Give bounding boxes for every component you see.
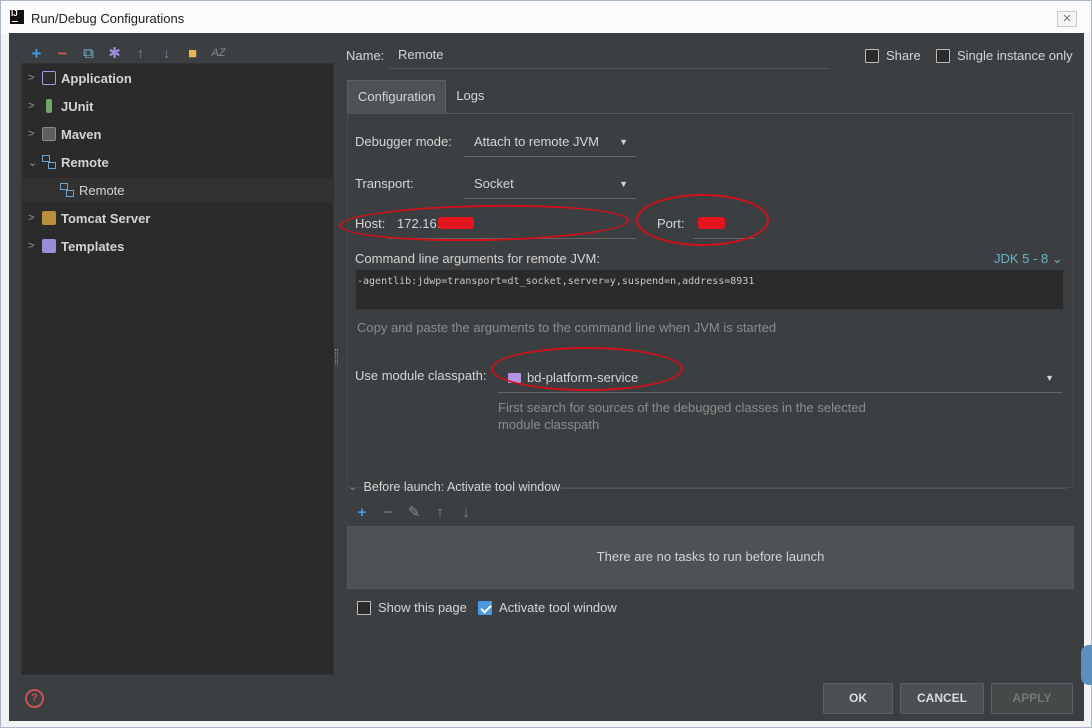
arrow-up-icon[interactable]: ↑ (131, 44, 150, 62)
window-title: Run/Debug Configurations (31, 11, 185, 26)
gear-icon[interactable]: ✱ (105, 44, 124, 62)
before-launch-header[interactable]: ⌄ Before launch: Activate tool window (349, 480, 560, 494)
module-classpath-label: Use module classpath: (355, 368, 487, 383)
folder-icon[interactable]: ■ (183, 44, 202, 62)
remove-icon[interactable]: − (53, 44, 72, 62)
arrow-down-icon[interactable]: ↓ (157, 44, 176, 62)
before-launch-task-list[interactable]: There are no tasks to run before launch (347, 526, 1074, 589)
dialog-body: + − ⧉ ✱ ↑ ↓ ■ AZ > Application > JUnit > (9, 33, 1084, 721)
arrow-down-icon[interactable]: ↓ (457, 503, 475, 521)
help-icon[interactable]: ? (25, 689, 44, 708)
divider (561, 488, 1066, 489)
dropdown-arrow-icon: ▼ (619, 179, 628, 189)
tab-logs[interactable]: Logs (446, 80, 494, 113)
chevron-right-icon: > (28, 128, 35, 140)
tree-item-tomcat-server[interactable]: > Tomcat Server (22, 206, 333, 230)
tree-item-templates[interactable]: > Templates (22, 234, 333, 258)
dropdown-arrow-icon: ▼ (1045, 373, 1054, 383)
tree-item-junit[interactable]: > JUnit (22, 94, 333, 118)
remote-icon (42, 155, 56, 169)
application-icon (42, 71, 56, 85)
add-icon[interactable]: + (27, 44, 46, 62)
module-hint-line-1: First search for sources of the debugged… (498, 400, 866, 415)
intellij-logo-icon: IJ (10, 10, 24, 24)
gear-icon (42, 239, 56, 253)
transport-value: Socket (474, 176, 514, 191)
add-icon[interactable]: + (353, 503, 371, 521)
run-debug-window: IJ Run/Debug Configurations ✕ + − ⧉ ✱ ↑ … (0, 0, 1092, 728)
tomcat-icon (42, 211, 56, 225)
share-label: Share (886, 48, 921, 63)
single-instance-checkbox[interactable]: Single instance only (936, 48, 1073, 63)
module-hint-line-2: module classpath (498, 417, 600, 432)
chevron-right-icon: > (28, 100, 35, 112)
chevron-right-icon: > (28, 212, 35, 224)
cancel-button[interactable]: CANCEL (900, 683, 984, 714)
checkbox-box[interactable] (357, 600, 371, 615)
remove-icon[interactable]: − (379, 503, 397, 521)
transport-label: Transport: (355, 176, 414, 191)
cmd-args-value: -agentlib:jdwp=transport=dt_socket,serve… (357, 276, 755, 287)
junit-icon (46, 99, 52, 113)
debugger-mode-select[interactable]: Attach to remote JVM ▼ (464, 127, 636, 157)
annotation-port-ellipse (636, 194, 769, 246)
before-launch-title: Before launch: Activate tool window (363, 480, 561, 494)
tab-configuration[interactable]: Configuration (347, 80, 447, 113)
side-scroll-widget[interactable] (1081, 645, 1092, 685)
checkbox-box[interactable] (865, 48, 879, 63)
checkbox-box[interactable] (936, 48, 950, 63)
tree-item-label: JUnit (61, 98, 94, 114)
copy-icon[interactable]: ⧉ (79, 44, 98, 62)
annotation-module-ellipse (491, 347, 683, 391)
config-toolbar: + − ⧉ ✱ ↑ ↓ ■ AZ (27, 43, 228, 63)
show-page-checkbox[interactable]: Show this page (357, 600, 467, 615)
cmd-args-hint: Copy and paste the arguments to the comm… (357, 320, 777, 335)
splitter-handle[interactable] (335, 349, 338, 365)
tree-item-label: Application (61, 70, 132, 86)
share-checkbox[interactable]: Share (865, 48, 921, 63)
single-instance-label: Single instance only (957, 48, 1073, 63)
cmd-args-label: Command line arguments for remote JVM: (355, 251, 600, 266)
debugger-mode-value: Attach to remote JVM (474, 134, 599, 149)
sort-az-icon[interactable]: AZ (209, 44, 228, 62)
chevron-down-icon: ⌄ (349, 481, 357, 492)
activate-tool-window-label: Activate tool window (499, 600, 617, 615)
maven-icon (42, 127, 56, 141)
chevron-right-icon: > (28, 240, 35, 252)
apply-button[interactable]: APPLY (991, 683, 1073, 714)
before-launch-toolbar: + − ✎ ↑ ↓ (353, 503, 475, 521)
activate-tool-window-checkbox[interactable]: Activate tool window (478, 600, 617, 615)
tree-item-maven[interactable]: > Maven (22, 122, 333, 146)
transport-select[interactable]: Socket ▼ (464, 169, 636, 199)
edit-icon[interactable]: ✎ (405, 503, 423, 521)
ok-button[interactable]: OK (823, 683, 893, 714)
show-page-label: Show this page (378, 600, 467, 615)
tree-item-label: Maven (61, 126, 102, 142)
config-tabs: Configuration Logs (347, 80, 495, 113)
jdk-version-select[interactable]: JDK 5 - 8 ⌄ (994, 251, 1063, 267)
empty-tasks-text: There are no tasks to run before launch (596, 549, 825, 564)
cmd-args-field[interactable]: -agentlib:jdwp=transport=dt_socket,serve… (355, 269, 1064, 310)
close-icon[interactable]: ✕ (1057, 11, 1077, 27)
tree-item-label: Remote (79, 182, 125, 198)
checkbox-box-checked[interactable] (478, 600, 492, 615)
chevron-down-icon: ⌄ (28, 156, 38, 169)
arrow-up-icon[interactable]: ↑ (431, 503, 449, 521)
tree-item-label: Tomcat Server (61, 210, 151, 226)
chevron-right-icon: > (28, 72, 35, 84)
name-label: Name: (346, 48, 385, 63)
tree-item-label: Remote (61, 154, 109, 170)
remote-icon (60, 183, 74, 197)
tree-item-remote[interactable]: ⌄ Remote (22, 150, 333, 174)
tree-item-remote-config[interactable]: Remote (22, 178, 333, 202)
title-bar: IJ Run/Debug Configurations ✕ (1, 1, 1091, 33)
debugger-mode-label: Debugger mode: (355, 134, 452, 149)
config-tree: > Application > JUnit > Maven ⌄ Remote R… (21, 63, 334, 675)
dropdown-arrow-icon: ▼ (619, 137, 628, 147)
name-field[interactable]: Remote (389, 43, 829, 69)
tree-item-application[interactable]: > Application (22, 66, 333, 90)
tree-item-label: Templates (61, 238, 125, 254)
